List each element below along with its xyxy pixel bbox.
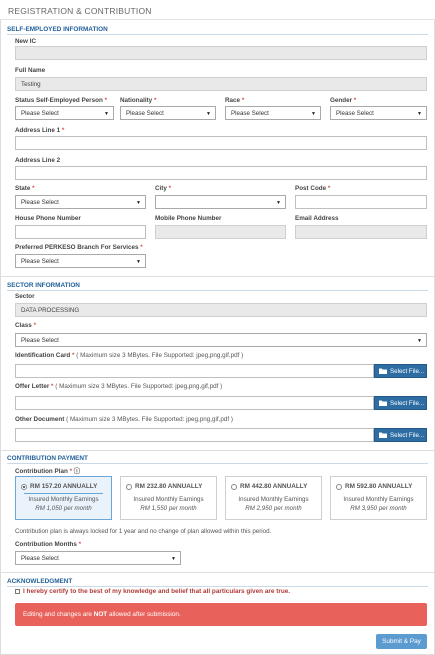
status-select[interactable]: Please Select ▼ [15, 106, 114, 120]
race-label: Race * [225, 97, 245, 104]
contribution-section-title: CONTRIBUTION PAYMENT [7, 455, 88, 462]
radio-button[interactable] [126, 484, 132, 490]
section-separator [0, 572, 435, 573]
postcode-field[interactable] [295, 195, 427, 209]
chevron-down-icon: ▼ [311, 111, 316, 117]
sector-label: Sector [15, 293, 35, 300]
house-phone-field[interactable] [15, 225, 146, 239]
new-ic-label: New IC [15, 38, 36, 45]
page-header: REGISTRATION & CONTRIBUTION [0, 0, 435, 20]
city-label: City * [155, 185, 172, 192]
address2-field[interactable] [15, 166, 427, 180]
gender-label: Gender * [330, 97, 357, 104]
mobile-phone-field [155, 225, 286, 239]
selected-underline [24, 493, 103, 494]
chevron-down-icon: ▼ [417, 111, 422, 117]
contribution-months-select[interactable]: Please Select ▼ [15, 551, 181, 565]
plan-amount: RM 592.80 ANNUALLY [345, 483, 413, 490]
offer-letter-select-file-button[interactable]: Select File... [374, 396, 427, 410]
sector-section-title: SECTOR INFORMATION [7, 282, 80, 289]
plan-insured-label: Insured Monthly Earnings [28, 496, 99, 503]
status-label: Status Self-Employed Person * [15, 97, 108, 104]
address1-label: Address Line 1 * [15, 127, 65, 134]
offer-letter-label: Offer Letter * ( Maximum size 3 MBytes. … [15, 383, 223, 390]
plan-earnings: RM 1,050 per month [35, 505, 92, 512]
radio-button[interactable] [336, 484, 342, 490]
address2-label: Address Line 2 [15, 157, 61, 164]
plan-earnings: RM 1,550 per month [140, 505, 197, 512]
certify-label: I hereby certify to the best of my knowl… [23, 588, 291, 595]
chevron-down-icon: ▼ [417, 338, 422, 344]
radio-button[interactable] [21, 484, 27, 490]
other-document-select-file-button[interactable]: Select File... [374, 428, 427, 442]
chevron-down-icon: ▼ [276, 200, 281, 206]
branch-label: Preferred PERKESO Branch For Services * [15, 244, 143, 251]
folder-icon [379, 432, 387, 438]
page-title: REGISTRATION & CONTRIBUTION [8, 6, 152, 16]
chevron-down-icon: ▼ [136, 200, 141, 206]
gender-select[interactable]: Please Select ▼ [330, 106, 427, 120]
plan-option-4[interactable]: RM 592.80 ANNUALLY Insured Monthly Earni… [330, 476, 427, 520]
plan-insured-label: Insured Monthly Earnings [343, 496, 414, 503]
plan-insured-label: Insured Monthly Earnings [133, 496, 204, 503]
city-select[interactable]: ▼ [155, 195, 286, 209]
sector-field: DATA PROCESSING [15, 303, 427, 317]
state-select[interactable]: Please Select ▼ [15, 195, 146, 209]
folder-icon [379, 368, 387, 374]
info-icon[interactable]: ⓘ [74, 468, 80, 475]
email-field [295, 225, 427, 239]
chevron-down-icon: ▼ [206, 111, 211, 117]
branch-select[interactable]: Please Select ▼ [15, 254, 146, 268]
folder-icon [379, 400, 387, 406]
section-separator [0, 276, 435, 277]
mobile-phone-label: Mobile Phone Number [155, 215, 222, 222]
postcode-label: Post Code * [295, 185, 331, 192]
email-label: Email Address [295, 215, 339, 222]
chevron-down-icon: ▼ [171, 556, 176, 562]
race-select[interactable]: Please Select ▼ [225, 106, 321, 120]
house-phone-label: House Phone Number [15, 215, 81, 222]
id-card-label: Identification Card * ( Maximum size 3 M… [15, 352, 244, 359]
plan-option-3[interactable]: RM 442.80 ANNUALLY Insured Monthly Earni… [225, 476, 322, 520]
plan-amount: RM 157.20 ANNUALLY [30, 483, 98, 490]
other-document-file-field[interactable] [15, 428, 374, 442]
certify-checkbox[interactable] [15, 589, 20, 594]
new-ic-field [15, 46, 427, 60]
plan-earnings: RM 3,950 per month [350, 505, 407, 512]
class-select[interactable]: Please Select ▼ [15, 333, 427, 347]
contribution-months-label: Contribution Months * [15, 541, 82, 548]
section-divider [7, 586, 428, 587]
id-card-file-field[interactable] [15, 364, 374, 378]
acknowledgment-section-title: ACKNOWLEDGMENT [7, 578, 73, 585]
plan-lock-note: Contribution plan is always locked for 1… [15, 528, 272, 535]
plan-amount: RM 232.80 ANNUALLY [135, 483, 203, 490]
address1-field[interactable] [15, 136, 427, 150]
certify-checkbox-row[interactable]: I hereby certify to the best of my knowl… [15, 588, 290, 595]
submit-pay-button[interactable]: Submit & Pay [376, 634, 427, 649]
plan-insured-label: Insured Monthly Earnings [238, 496, 309, 503]
section-divider [7, 34, 428, 35]
plan-amount: RM 442.80 ANNUALLY [240, 483, 308, 490]
plan-option-1[interactable]: RM 157.20 ANNUALLY Insured Monthly Earni… [15, 476, 112, 520]
id-card-select-file-button[interactable]: Select File... [374, 364, 427, 378]
plan-option-2[interactable]: RM 232.80 ANNUALLY Insured Monthly Earni… [120, 476, 217, 520]
submission-warning-alert: Editing and changes are NOT allowed afte… [15, 603, 427, 626]
section-divider [7, 290, 428, 291]
section-separator [0, 450, 435, 451]
full-name-label: Full Name [15, 67, 46, 74]
radio-button[interactable] [231, 484, 237, 490]
chevron-down-icon: ▼ [104, 111, 109, 117]
chevron-down-icon: ▼ [136, 259, 141, 265]
offer-letter-file-field[interactable] [15, 396, 374, 410]
nationality-label: Nationality * [120, 97, 157, 104]
self-employed-section-title: SELF-EMPLOYED INFORMATION [7, 26, 108, 33]
plan-earnings: RM 2,950 per month [245, 505, 302, 512]
other-document-label: Other Document ( Maximum size 3 MBytes. … [15, 416, 234, 423]
nationality-select[interactable]: Please Select ▼ [120, 106, 216, 120]
contribution-plan-label: Contribution Plan * ⓘ [15, 468, 81, 475]
state-label: State * [15, 185, 35, 192]
section-divider [7, 463, 428, 464]
class-label: Class * [15, 322, 37, 329]
full-name-field: Testing [15, 77, 427, 91]
